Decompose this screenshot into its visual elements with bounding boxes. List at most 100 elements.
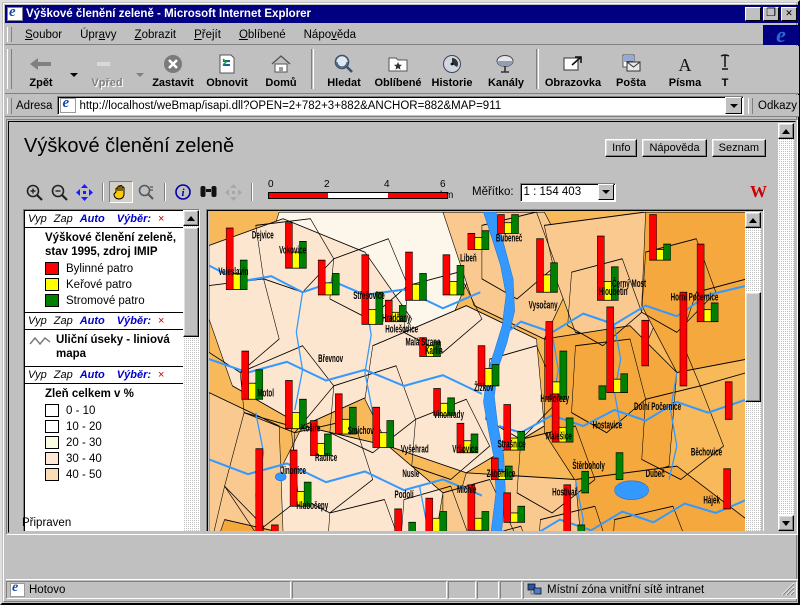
help-button[interactable]: Nápověda — [642, 139, 707, 157]
status-zone-panel[interactable]: Místní zóna vnitřní sítě intranet — [523, 580, 797, 599]
info-icon[interactable]: i — [171, 181, 195, 203]
doc-scroll-down-button[interactable] — [778, 515, 794, 531]
menu-item-prejit[interactable]: Přejít — [185, 27, 230, 43]
legend-on-link[interactable]: Zap — [54, 369, 73, 381]
legend-item[interactable]: 0 - 10 — [45, 404, 179, 417]
toolbar-button-fonts[interactable]: A Písma — [658, 46, 712, 93]
menu-item-upravy[interactable]: Úpravy — [71, 27, 125, 43]
toolbar-button-favorites[interactable]: Oblíbené — [371, 46, 425, 93]
mail-icon — [620, 52, 642, 76]
legend-item[interactable]: Uliční úseky - liniová mapa — [29, 333, 179, 361]
menu-item-oblibene[interactable]: Oblíbené — [230, 27, 295, 43]
scrollbar-track[interactable] — [778, 139, 794, 515]
toolbar-button-home[interactable]: Domů — [254, 46, 308, 93]
scalebar-ticks: 0 2 4 6 km — [268, 179, 458, 201]
legend-swatch — [45, 420, 59, 433]
toolbar-button-print[interactable]: T — [712, 46, 738, 93]
ie-app-icon — [7, 7, 23, 21]
chevron-down-icon — [136, 73, 144, 77]
legend-off-link[interactable]: Vyp — [28, 369, 47, 381]
svg-text:Hájek: Hájek — [703, 494, 720, 506]
info-button[interactable]: Info — [605, 139, 638, 157]
browser-window: Výškové členění zeleně - Microsoft Inter… — [0, 0, 800, 605]
zoom-select-icon[interactable] — [134, 181, 158, 203]
scrollbar-thumb[interactable] — [183, 227, 199, 337]
scale-control: Měřítko: 1 : 154 403 — [472, 182, 616, 202]
legend-item[interactable]: 40 - 50 — [45, 468, 179, 481]
zoom-out-icon[interactable] — [47, 181, 71, 203]
scalebar-blocks — [268, 192, 448, 199]
address-input[interactable]: http://localhost/weBmap/isapi.dll?OPEN=2… — [57, 96, 744, 115]
ie-status-icon — [10, 582, 25, 597]
legend-item[interactable]: 20 - 30 — [45, 436, 179, 449]
chevron-up-icon — [749, 217, 757, 223]
legend-select-link[interactable]: Výběr: — [117, 315, 151, 327]
toolbar-button-mail[interactable]: Pošta — [604, 46, 658, 93]
menu-item-napoveda[interactable]: Nápověda — [295, 27, 365, 43]
map-canvas[interactable]: .dl{fill:#fde6cf;stroke:#000;stroke-widt… — [209, 212, 745, 531]
toolbar-button-stop[interactable]: Zastavit — [146, 46, 200, 93]
map-vertical-scrollbar[interactable] — [745, 212, 761, 531]
svg-text:Bubeneč: Bubeneč — [496, 232, 522, 244]
legend-select-mark: × — [158, 315, 165, 327]
doc-scroll-up-button[interactable] — [778, 123, 794, 139]
toolbar-button-fullscreen[interactable]: Obrazovka — [542, 46, 604, 93]
forward-arrow-icon — [96, 52, 118, 76]
legend-on-link[interactable]: Zap — [54, 315, 73, 327]
legend-body: Výškové členění zeleně, stav 1995, zdroj… — [25, 228, 183, 312]
refresh-icon — [216, 52, 238, 76]
legend-select-link[interactable]: Výběr: — [117, 369, 151, 381]
toolbar-button-back[interactable]: Zpět — [14, 46, 68, 93]
toolbar-button-search[interactable]: Hledat — [317, 46, 371, 93]
toolbar-button-refresh[interactable]: Obnovit — [200, 46, 254, 93]
legend-item[interactable]: Bylinné patro — [45, 262, 179, 275]
scale-dropdown-button[interactable] — [597, 184, 614, 200]
maximize-button[interactable]: ❐ — [763, 7, 779, 21]
legend-auto-link[interactable]: Auto — [80, 213, 105, 225]
map-scroll-up-button[interactable] — [745, 212, 761, 228]
svg-text:Štěrboholy: Štěrboholy — [572, 458, 605, 471]
links-bar[interactable]: Odkazy — [748, 98, 799, 114]
toolbar-button-history[interactable]: Historie — [425, 46, 479, 93]
legend-off-link[interactable]: Vyp — [28, 315, 47, 327]
search-icon — [333, 52, 355, 76]
legend-controls: Vyp Zap Auto Výběr: × — [25, 312, 183, 330]
toolbar-button-channels[interactable]: Kanály — [479, 46, 533, 93]
legend-auto-link[interactable]: Auto — [80, 315, 105, 327]
legend-swatch — [45, 436, 59, 449]
chevron-down-icon — [729, 103, 738, 108]
menu-item-soubor[interactable]: Soubor — [16, 27, 71, 43]
pan-arrows-icon[interactable] — [72, 181, 96, 203]
address-dropdown-button[interactable] — [725, 97, 742, 114]
map-image[interactable]: .dl{fill:#fde6cf;stroke:#000;stroke-widt… — [209, 212, 745, 531]
svg-text:i: i — [181, 187, 185, 199]
back-dropdown-button[interactable] — [68, 46, 80, 93]
list-button[interactable]: Seznam — [711, 139, 766, 157]
legend-vertical-scrollbar[interactable] — [183, 210, 199, 531]
scrollbar-thumb[interactable] — [745, 292, 761, 402]
legend-on-link[interactable]: Zap — [54, 213, 73, 225]
scale-select[interactable]: 1 : 154 403 — [519, 182, 616, 202]
legend-item[interactable]: 30 - 40 — [45, 452, 179, 465]
legend-item[interactable]: Stromové patro — [45, 294, 179, 307]
status-main-panel: Hotovo — [6, 580, 291, 599]
toolbar-button-forward[interactable]: Vpřed — [80, 46, 134, 93]
minimize-button[interactable]: _ — [745, 7, 761, 22]
svg-text:Dubeč: Dubeč — [646, 467, 665, 479]
legend-select-link[interactable]: Výběr: — [117, 213, 151, 225]
legend-item-label: 30 - 40 — [66, 452, 102, 465]
zoom-in-icon[interactable] — [22, 181, 46, 203]
menu-item-zobrazit[interactable]: Zobrazit — [126, 27, 186, 43]
forward-dropdown-button[interactable] — [134, 46, 146, 93]
document-vertical-scrollbar[interactable] — [778, 123, 794, 531]
window-resize-grip[interactable] — [781, 582, 795, 596]
svg-text:Libeň: Libeň — [460, 252, 477, 264]
close-button[interactable]: ✕ — [781, 7, 797, 21]
hand-pan-icon[interactable] — [109, 181, 133, 203]
scroll-up-button[interactable] — [183, 210, 199, 226]
legend-item[interactable]: 10 - 20 — [45, 420, 179, 433]
legend-auto-link[interactable]: Auto — [80, 369, 105, 381]
binoculars-find-icon[interactable] — [196, 181, 220, 203]
legend-off-link[interactable]: Vyp — [28, 213, 47, 225]
legend-item[interactable]: Keřové patro — [45, 278, 179, 291]
